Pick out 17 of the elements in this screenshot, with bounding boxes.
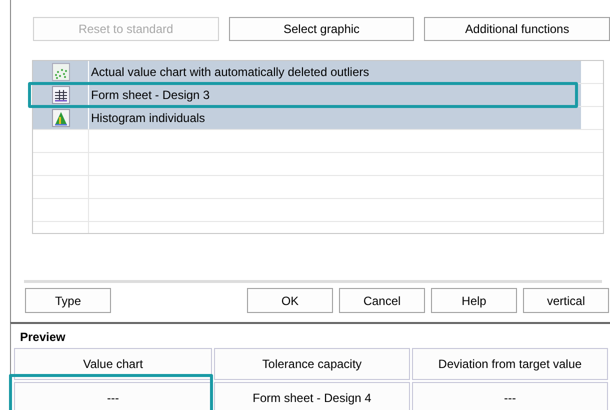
column-header: Value chart bbox=[14, 348, 212, 380]
histogram-icon bbox=[52, 109, 70, 127]
column-header: Deviation from target value bbox=[412, 348, 608, 380]
table-icon bbox=[52, 86, 70, 104]
dialog-button[interactable]: Type bbox=[25, 288, 111, 313]
value-chart-icon bbox=[52, 63, 70, 81]
preview-title: Preview bbox=[20, 330, 66, 345]
column-header: Tolerance capacity bbox=[214, 348, 410, 380]
dialog-button[interactable]: vertical bbox=[523, 288, 609, 313]
preview-cell: Form sheet - Design 4 bbox=[252, 391, 372, 405]
dialog-button[interactable]: Cancel bbox=[339, 288, 425, 313]
preview-cell: --- bbox=[107, 391, 119, 405]
toolbar-button[interactable]: Select graphic bbox=[228, 17, 414, 41]
dialog-button[interactable]: OK bbox=[247, 288, 333, 313]
dialog-button[interactable]: Help bbox=[431, 288, 517, 313]
toolbar-button[interactable]: Additional functions bbox=[424, 17, 610, 41]
preview-cell: --- bbox=[504, 391, 516, 405]
